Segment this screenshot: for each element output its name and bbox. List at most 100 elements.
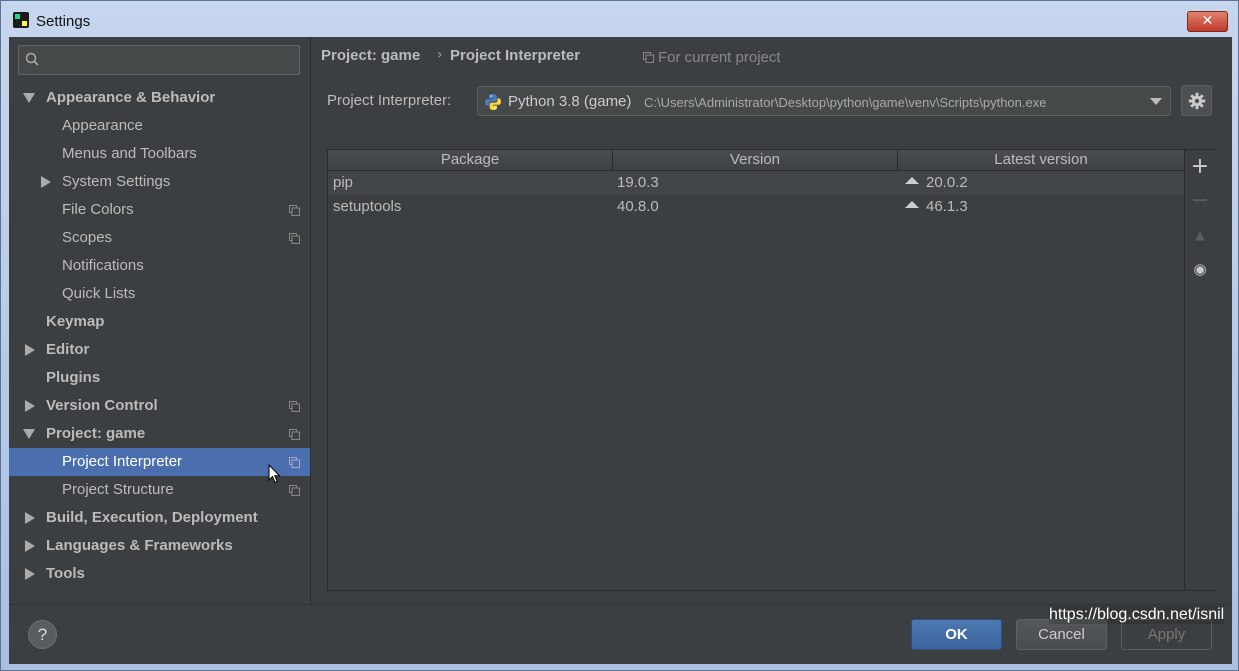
breadcrumb-current: Project Interpreter [450,47,581,64]
package-latest-version: 20.0.2 [905,171,968,195]
sidebar-item-project-game[interactable]: Project: game [9,420,310,448]
table-header: Package Version Latest version [328,150,1184,171]
sidebar-item-file-colors[interactable]: File Colors [9,196,310,224]
ok-button[interactable]: OK [911,619,1002,650]
packages-toolbar: + − ▲ ◉ [1184,150,1215,590]
project-scope-icon [289,233,300,244]
sidebar-item-label: Project: game [46,425,146,442]
add-package-button[interactable]: + [1189,156,1211,178]
help-button[interactable]: ? [28,620,57,649]
table-row[interactable]: setuptools 40.8.0 46.1.3 [328,195,1184,219]
sidebar-item-project-structure[interactable]: Project Structure [9,476,310,504]
sidebar-item-system-settings[interactable]: System Settings [9,168,310,196]
interpreter-name: Python 3.8 (game) [508,93,632,110]
window-title: Settings [36,13,91,30]
sidebar-item-label: Tools [46,565,85,582]
settings-search-box[interactable] [18,45,300,75]
sidebar-item-appearance-behavior[interactable]: Appearance & Behavior [9,84,310,112]
interpreter-settings-button[interactable] [1181,85,1212,116]
project-scope-icon [289,457,300,468]
latest-version-text: 46.1.3 [926,198,968,215]
sidebar-item-version-control[interactable]: Version Control [9,392,310,420]
expand-arrow-icon[interactable] [25,568,35,580]
table-row[interactable]: pip 19.0.3 20.0.2 [328,171,1184,195]
breadcrumb-separator: › [437,47,443,63]
dialog-body: Appearance & Behavior Appearance Menus a… [9,37,1232,664]
collapse-arrow-icon[interactable] [23,93,35,103]
project-scope-icon [289,401,300,412]
sidebar-item-label: Scopes [62,229,113,246]
upgrade-available-icon [905,177,919,184]
settings-window: Settings ✕ Appearance & Behavior Appeara… [0,0,1239,671]
upgrade-package-button[interactable]: ▲ [1189,224,1211,246]
package-name: setuptools [333,198,402,215]
packages-table: Package Version Latest version pip 19.0.… [327,149,1215,591]
sidebar-item-label: Project Interpreter [62,453,183,470]
sidebar-item-quick-lists[interactable]: Quick Lists [9,280,310,308]
expand-arrow-icon[interactable] [25,400,35,412]
title-bar: Settings ✕ [1,1,1238,37]
interpreter-dropdown[interactable]: Python 3.8 (game) C:\Users\Administrator… [477,86,1171,116]
chevron-down-icon[interactable] [1150,98,1162,105]
python-icon [485,94,501,110]
interpreter-label: Project Interpreter: [327,92,452,109]
expand-arrow-icon[interactable] [25,344,35,356]
sidebar-item-label: Version Control [46,397,158,414]
package-version: 40.8.0 [617,198,659,215]
package-latest-version: 46.1.3 [905,195,968,219]
watermark-url: https://blog.csdn.net/isnil [1049,606,1225,624]
expand-arrow-icon[interactable] [25,512,35,524]
pycharm-app-icon [13,12,29,28]
sidebar-item-build-execution-deployment[interactable]: Build, Execution, Deployment [9,504,310,532]
breadcrumb-parent[interactable]: Project: game [321,47,420,64]
sidebar-item-label: Menus and Toolbars [62,145,197,162]
close-button[interactable]: ✕ [1187,11,1228,32]
sidebar-item-label: Build, Execution, Deployment [46,509,258,526]
sidebar-item-label: Quick Lists [62,285,136,302]
sidebar-item-label: Appearance [62,117,143,134]
upgrade-available-icon [905,201,919,208]
package-name: pip [333,174,354,191]
collapse-arrow-icon[interactable] [23,429,35,439]
sidebar-item-label: Project Structure [62,481,174,498]
remove-package-button[interactable]: − [1189,190,1211,212]
sidebar-item-languages-frameworks[interactable]: Languages & Frameworks [9,532,310,560]
sidebar-item-tools[interactable]: Tools [9,560,310,588]
sidebar-item-label: Notifications [62,257,144,274]
sidebar-item-menus-toolbars[interactable]: Menus and Toolbars [9,140,310,168]
project-scope-icon [289,429,300,440]
sidebar-item-editor[interactable]: Editor [9,336,310,364]
expand-arrow-icon[interactable] [41,176,51,188]
scope-note-text: For current project [658,49,781,66]
search-icon [25,52,39,66]
sidebar-item-label: Plugins [46,369,101,386]
scope-note: For current project [643,49,781,66]
project-scope-icon [643,52,654,63]
show-early-releases-eye-icon[interactable]: ◉ [1189,258,1211,280]
sidebar-item-label: File Colors [62,201,134,218]
column-header-package[interactable]: Package [328,150,613,170]
package-version: 19.0.3 [617,174,659,191]
gear-icon [1188,92,1206,110]
sidebar-item-label: Appearance & Behavior [46,89,216,106]
sidebar-item-keymap[interactable]: Keymap [9,308,310,336]
search-input[interactable] [47,50,296,72]
sidebar-item-plugins[interactable]: Plugins [9,364,310,392]
latest-version-text: 20.0.2 [926,174,968,191]
sidebar-item-appearance[interactable]: Appearance [9,112,310,140]
sidebar-item-label: Editor [46,341,90,358]
sidebar-item-label: System Settings [62,173,171,190]
settings-main-panel: Project: game › Project Interpreter For … [311,37,1232,604]
sidebar-item-scopes[interactable]: Scopes [9,224,310,252]
column-header-latest-version[interactable]: Latest version [898,150,1184,170]
column-header-version[interactable]: Version [613,150,898,170]
project-scope-icon [289,205,300,216]
expand-arrow-icon[interactable] [25,540,35,552]
project-scope-icon [289,485,300,496]
sidebar-item-label: Keymap [46,313,105,330]
settings-sidebar: Appearance & Behavior Appearance Menus a… [9,37,311,604]
sidebar-item-project-interpreter[interactable]: Project Interpreter [9,448,310,484]
interpreter-path: C:\Users\Administrator\Desktop\python\ga… [644,95,1047,110]
sidebar-item-label: Languages & Frameworks [46,537,233,554]
sidebar-item-notifications[interactable]: Notifications [9,252,310,280]
